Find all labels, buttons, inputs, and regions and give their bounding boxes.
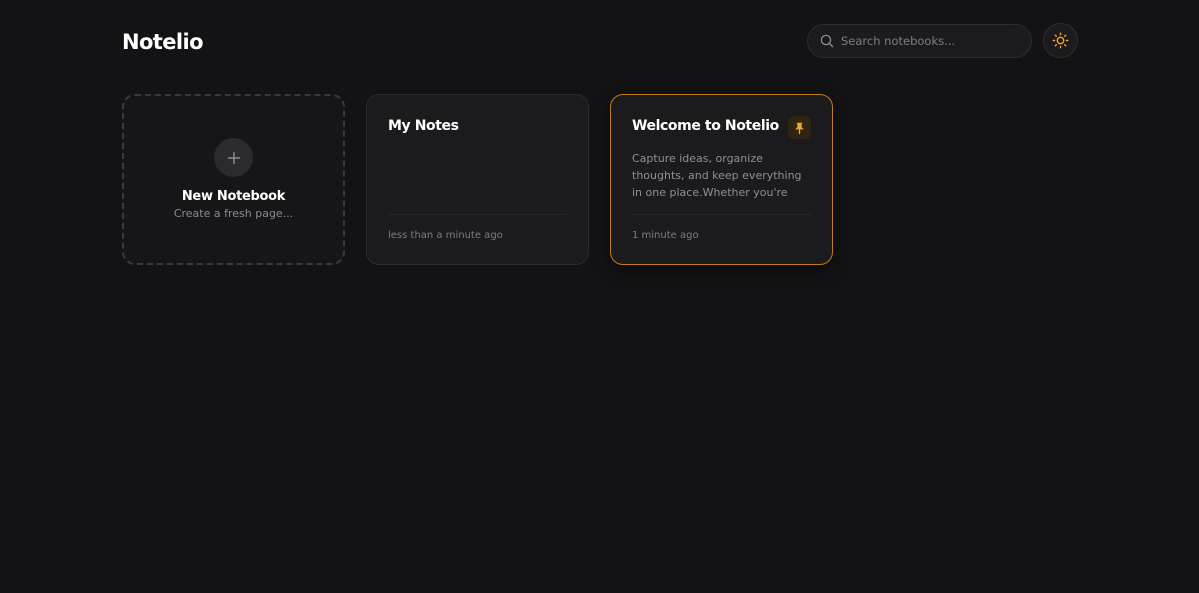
card-divider [632,214,811,215]
new-notebook-card[interactable]: New Notebook Create a fresh page... [122,94,345,265]
notebook-title: Welcome to Notelio [632,118,779,134]
sun-icon [1052,32,1069,49]
notebook-card-my-notes[interactable]: My Notes less than a minute ago [366,94,589,265]
notebook-timestamp: 1 minute ago [632,230,699,241]
notebook-card-welcome[interactable]: Welcome to Notelio Capture ideas, organi… [610,94,833,265]
search-input[interactable] [841,34,1011,48]
pin-icon [795,122,804,134]
new-notebook-title: New Notebook [181,189,286,204]
notebook-timestamp: less than a minute ago [388,230,503,241]
new-notebook-plus [214,138,253,177]
new-notebook-subtitle: Create a fresh page... [173,207,294,220]
notebook-title: My Notes [388,118,459,134]
plus-icon [227,151,240,164]
search-box[interactable] [807,24,1032,58]
notebook-preview [388,146,567,197]
search-icon [820,34,834,48]
app-logo[interactable]: Notelio [122,27,204,57]
notebook-preview: Capture ideas, organize thoughts, and ke… [632,152,802,199]
app-root: Notelio Search notebooks... New Notebook… [0,0,1199,593]
theme-toggle-button[interactable] [1043,23,1078,58]
card-divider [388,214,567,215]
pin-badge[interactable] [788,116,811,139]
